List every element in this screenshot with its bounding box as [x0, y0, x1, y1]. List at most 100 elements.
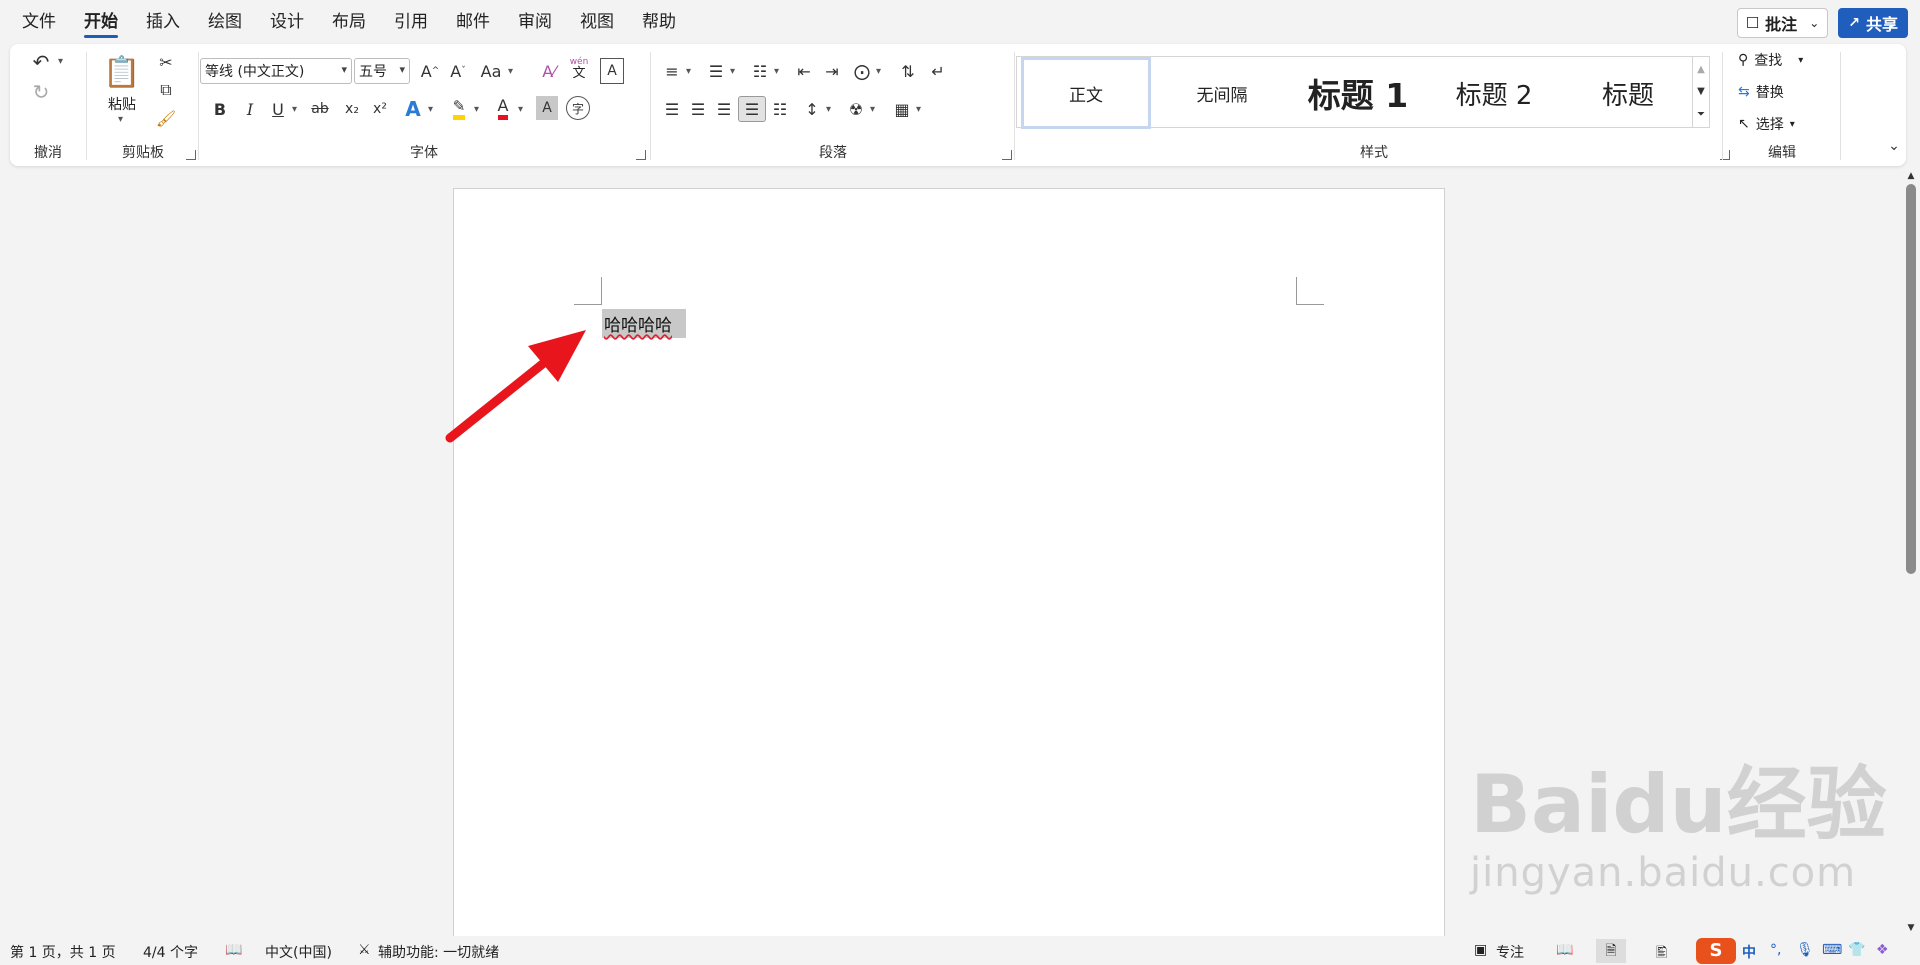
font-size-combo[interactable]: 五号 ▾: [354, 58, 410, 84]
focus-label[interactable]: 专注: [1496, 942, 1524, 962]
cut-icon[interactable]: ✂: [154, 50, 178, 74]
paste-dropdown-icon[interactable]: ▾: [118, 114, 123, 125]
sort-icon[interactable]: ⇅: [896, 58, 920, 84]
style-normal[interactable]: 正文: [1021, 57, 1151, 129]
read-mode-icon[interactable]: 📖: [1556, 942, 1573, 958]
bullets-icon[interactable]: ≡: [660, 58, 684, 84]
tab-help[interactable]: 帮助: [628, 0, 690, 44]
replace-button[interactable]: ⇆ 替换: [1738, 82, 1784, 102]
char-border-icon[interactable]: A: [600, 58, 624, 84]
font-color-dropdown-icon[interactable]: ▾: [518, 104, 523, 115]
decrease-indent-icon[interactable]: ⇤: [792, 58, 816, 84]
chinese-layout-icon[interactable]: ⨀: [850, 58, 874, 84]
font-launcher-icon[interactable]: [636, 150, 646, 160]
paragraph-launcher-icon[interactable]: [1002, 150, 1012, 160]
vertical-scrollbar[interactable]: ▲ ▼: [1902, 170, 1920, 936]
shading-dropdown-icon[interactable]: ▾: [870, 104, 875, 115]
highlight-dropdown-icon[interactable]: ▾: [474, 104, 479, 115]
paste-icon[interactable]: 📋: [103, 52, 140, 92]
apps-icon[interactable]: ❖: [1876, 942, 1889, 958]
keyboard-icon[interactable]: ⌨: [1822, 942, 1842, 958]
ime-language[interactable]: 中: [1742, 942, 1756, 962]
undo-dropdown-icon[interactable]: ▾: [58, 56, 63, 67]
subscript-button[interactable]: x₂: [340, 96, 364, 122]
borders-dropdown-icon[interactable]: ▾: [916, 104, 921, 115]
copy-icon[interactable]: ⧉: [154, 78, 178, 102]
word-count[interactable]: 4/4 个字: [143, 942, 198, 962]
punctuation-icon[interactable]: °,: [1770, 942, 1781, 958]
italic-button[interactable]: I: [238, 96, 262, 122]
text-effects-dropdown-icon[interactable]: ▾: [428, 104, 433, 115]
underline-button[interactable]: U: [266, 96, 290, 122]
line-spacing-icon[interactable]: ↕: [800, 96, 824, 122]
microphone-icon[interactable]: 🎙: [1796, 942, 1814, 958]
gallery-down-icon[interactable]: ▼: [1693, 81, 1709, 101]
tab-layout[interactable]: 布局: [318, 0, 380, 44]
skin-icon[interactable]: 👕: [1848, 942, 1865, 958]
distributed-icon[interactable]: ☷: [768, 96, 792, 122]
tab-draw[interactable]: 绘图: [194, 0, 256, 44]
scroll-up-icon[interactable]: ▲: [1904, 170, 1918, 182]
chinese-layout-dropdown-icon[interactable]: ▾: [876, 66, 881, 77]
clear-formatting-icon[interactable]: A⁄: [536, 58, 562, 84]
multilevel-list-icon[interactable]: ☷: [748, 58, 772, 84]
paste-label[interactable]: 粘贴: [100, 94, 144, 114]
gallery-up-icon[interactable]: ▲: [1693, 59, 1709, 79]
bullets-dropdown-icon[interactable]: ▾: [686, 66, 691, 77]
style-title[interactable]: 标题: [1563, 57, 1693, 129]
redo-icon[interactable]: ↻: [28, 80, 54, 104]
superscript-button[interactable]: x²: [368, 96, 392, 122]
enclose-char-icon[interactable]: 字: [566, 96, 590, 120]
highlight-icon[interactable]: ✎: [446, 94, 472, 122]
underline-dropdown-icon[interactable]: ▾: [292, 104, 297, 115]
clipboard-launcher-icon[interactable]: [186, 150, 196, 160]
undo-icon[interactable]: ↶: [28, 50, 54, 74]
char-shading-icon[interactable]: A: [536, 96, 558, 120]
tab-view[interactable]: 视图: [566, 0, 628, 44]
align-right-icon[interactable]: ☰: [712, 96, 736, 122]
sogou-ime-icon[interactable]: S: [1696, 938, 1736, 964]
numbering-icon[interactable]: ☰: [704, 58, 728, 84]
numbering-dropdown-icon[interactable]: ▾: [730, 66, 735, 77]
language[interactable]: 中文(中国): [265, 942, 332, 962]
comment-button[interactable]: ☐ 批注 ⌄: [1736, 8, 1829, 38]
strikethrough-button[interactable]: ab: [306, 96, 334, 122]
selected-text[interactable]: 哈哈哈哈: [602, 309, 686, 338]
tab-mailings[interactable]: 邮件: [442, 0, 504, 44]
tab-references[interactable]: 引用: [380, 0, 442, 44]
phonetic-guide-icon[interactable]: wén 文: [566, 56, 592, 80]
select-button[interactable]: ↖ 选择 ▾: [1738, 114, 1795, 134]
tab-file[interactable]: 文件: [8, 0, 70, 44]
web-layout-icon[interactable]: 🖺: [1656, 942, 1667, 965]
align-center-icon[interactable]: ☰: [686, 96, 710, 122]
accessibility-status[interactable]: 辅助功能: 一切就绪: [378, 942, 499, 962]
tab-design[interactable]: 设计: [256, 0, 318, 44]
find-button[interactable]: ⚲ 查找 ▾: [1738, 50, 1803, 70]
grow-font-icon[interactable]: A ^: [418, 58, 442, 84]
shading-icon[interactable]: ☢: [844, 96, 868, 122]
proofing-icon[interactable]: 📖: [225, 942, 242, 958]
format-painter-icon[interactable]: 🖌: [154, 106, 178, 130]
tab-home[interactable]: 开始: [70, 0, 132, 44]
text-effects-icon[interactable]: A: [400, 96, 426, 122]
tab-insert[interactable]: 插入: [132, 0, 194, 44]
justify-icon[interactable]: ☰: [738, 96, 766, 122]
style-heading-1[interactable]: 标题 1: [1293, 57, 1423, 129]
align-left-icon[interactable]: ☰: [660, 96, 684, 122]
document-page[interactable]: 哈哈哈哈: [453, 188, 1445, 948]
style-heading-2[interactable]: 标题 2: [1429, 57, 1559, 129]
tab-review[interactable]: 审阅: [504, 0, 566, 44]
font-name-combo[interactable]: 等线 (中文正文) ▾: [200, 58, 352, 84]
gallery-more-icon[interactable]: ⏷: [1693, 103, 1709, 125]
multilevel-dropdown-icon[interactable]: ▾: [774, 66, 779, 77]
borders-icon[interactable]: ▦: [890, 96, 914, 122]
increase-indent-icon[interactable]: ⇥: [820, 58, 844, 84]
share-button[interactable]: ↗ 共享: [1838, 8, 1908, 38]
style-no-spacing[interactable]: 无间隔: [1157, 57, 1287, 129]
page-count[interactable]: 第 1 页，共 1 页: [10, 942, 116, 962]
line-spacing-dropdown-icon[interactable]: ▾: [826, 104, 831, 115]
shrink-font-icon[interactable]: Aˇ: [446, 58, 470, 84]
scroll-down-icon[interactable]: ▼: [1904, 922, 1918, 934]
change-case-icon[interactable]: Aa: [476, 58, 506, 84]
print-layout-icon[interactable]: 🗎: [1596, 939, 1626, 963]
